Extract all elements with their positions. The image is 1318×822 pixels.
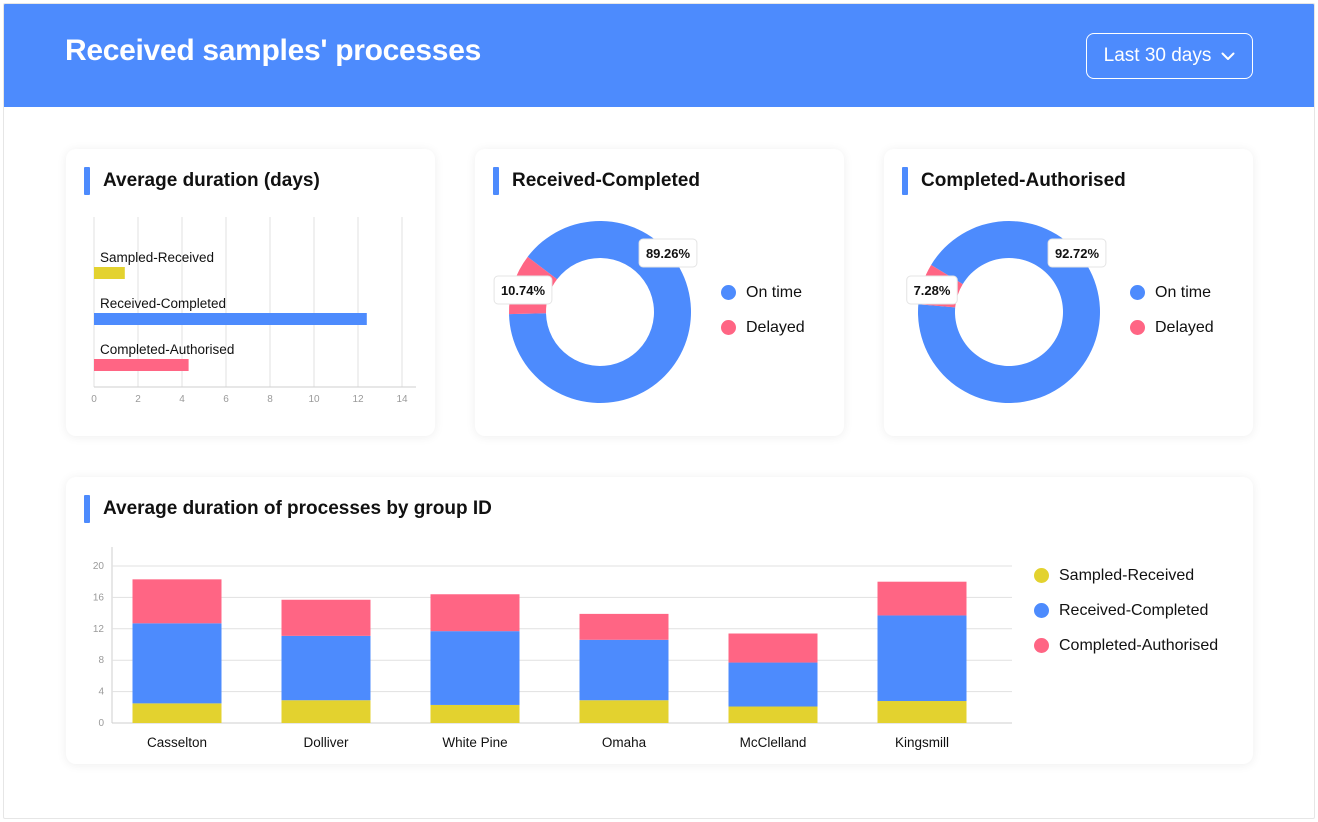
legend-label: Sampled-Received	[1059, 566, 1195, 584]
by-group-card: Average duration of processes by group I…	[66, 477, 1253, 764]
legend-dot	[1034, 603, 1049, 618]
x-category-label: Kingsmill	[895, 735, 949, 750]
bar-sampled-received	[94, 267, 125, 279]
bar-segment-completed-authorised	[877, 581, 967, 616]
x-tick-label: 10	[308, 394, 320, 405]
bar-segment-received-completed	[132, 623, 222, 704]
x-tick-label: 0	[91, 394, 97, 405]
x-tick-label: 14	[396, 394, 408, 405]
x-tick-label: 4	[179, 394, 185, 405]
date-range-dropdown[interactable]: Last 30 days	[1086, 33, 1253, 79]
legend-label: On time	[746, 283, 803, 301]
legend-dot	[1130, 320, 1145, 335]
legend-item-sampled-received: Sampled-Received	[1034, 558, 1218, 593]
bar-segment-completed-authorised	[132, 579, 222, 624]
legend-dot	[721, 285, 736, 300]
x-category-label: McClelland	[740, 735, 807, 750]
donut-label-delayed: 7.28%	[914, 283, 951, 298]
completed-authorised-legend: On time Delayed	[1130, 275, 1214, 345]
bar-segment-sampled-received	[728, 706, 818, 723]
bar-segment-sampled-received	[877, 701, 967, 723]
avg-duration-card: Average duration (days) 0 2 4 6 8 10 12 14 Sampl…	[66, 149, 435, 436]
bar-segment-sampled-received	[281, 700, 371, 723]
x-category-label: Omaha	[602, 735, 647, 750]
legend-item-completed-authorised: Completed-Authorised	[1034, 628, 1218, 663]
legend-item-on-time: On time	[721, 275, 805, 310]
y-tick-label: 12	[93, 624, 105, 635]
x-tick-label: 6	[223, 394, 229, 405]
legend-label: Completed-Authorised	[1059, 636, 1219, 654]
bar-segment-completed-authorised	[728, 633, 818, 663]
bar-segment-received-completed	[430, 631, 520, 705]
bar-segment-received-completed	[877, 615, 967, 702]
y-tick-label: 20	[93, 561, 105, 572]
by-group-legend: Sampled-Received Received-Completed Comp…	[1034, 558, 1218, 663]
dashboard-frame: Received samples' processes Last 30 days…	[3, 3, 1315, 819]
bar-segment-sampled-received	[430, 704, 520, 723]
bar-segment-received-completed	[281, 635, 371, 701]
legend-dot	[1034, 638, 1049, 653]
legend-dot	[1034, 568, 1049, 583]
bar-segment-completed-authorised	[579, 613, 669, 640]
chevron-down-icon	[1221, 52, 1235, 60]
donut-label-on-time: 92.72%	[1055, 246, 1100, 261]
legend-label: Received-Completed	[1059, 601, 1209, 619]
bar-category-label: Sampled-Received	[100, 250, 214, 265]
legend-item-delayed: Delayed	[1130, 310, 1214, 345]
legend-label: Delayed	[1155, 318, 1214, 336]
legend-item-delayed: Delayed	[721, 310, 805, 345]
x-tick-label: 12	[352, 394, 364, 405]
received-completed-card: Received-Completed 89.26% 10.74% On time …	[475, 149, 844, 436]
y-tick-label: 8	[98, 655, 104, 666]
bar-segment-received-completed	[728, 662, 818, 707]
bar-segment-sampled-received	[579, 700, 669, 723]
bar-segment-received-completed	[579, 639, 669, 701]
y-tick-label: 0	[98, 718, 104, 729]
bar-completed-authorised	[94, 359, 189, 371]
bar-category-label: Received-Completed	[100, 296, 226, 311]
bar-segment-completed-authorised	[281, 599, 371, 636]
legend-dot	[1130, 285, 1145, 300]
bar-segment-sampled-received	[132, 703, 222, 723]
legend-dot	[721, 320, 736, 335]
page-title: Received samples' processes	[65, 34, 481, 67]
legend-label: On time	[1155, 283, 1212, 301]
x-category-label: White Pine	[442, 735, 507, 750]
y-tick-label: 4	[98, 687, 104, 698]
legend-label: Delayed	[746, 318, 805, 336]
donut-label-delayed: 10.74%	[501, 283, 546, 298]
bar-category-label: Completed-Authorised	[100, 342, 234, 357]
avg-duration-chart: 0 2 4 6 8 10 12 14 Sampled-Received Received-Comp…	[91, 217, 416, 405]
bar-segment-completed-authorised	[430, 594, 520, 632]
x-tick-label: 8	[267, 394, 273, 405]
x-tick-label: 2	[135, 394, 141, 405]
legend-item-received-completed: Received-Completed	[1034, 593, 1218, 628]
x-category-label: Dolliver	[303, 735, 349, 750]
x-category-label: Casselton	[147, 735, 207, 750]
legend-item-on-time: On time	[1130, 275, 1214, 310]
y-tick-label: 16	[93, 592, 105, 603]
date-range-label: Last 30 days	[1103, 45, 1212, 66]
header-bar: Received samples' processes Last 30 days	[4, 4, 1314, 107]
received-completed-legend: On time Delayed	[721, 275, 805, 345]
donut-label-on-time: 89.26%	[646, 246, 691, 261]
bar-received-completed	[94, 313, 367, 325]
completed-authorised-card: Completed-Authorised 92.72% 7.28% On time…	[884, 149, 1253, 436]
